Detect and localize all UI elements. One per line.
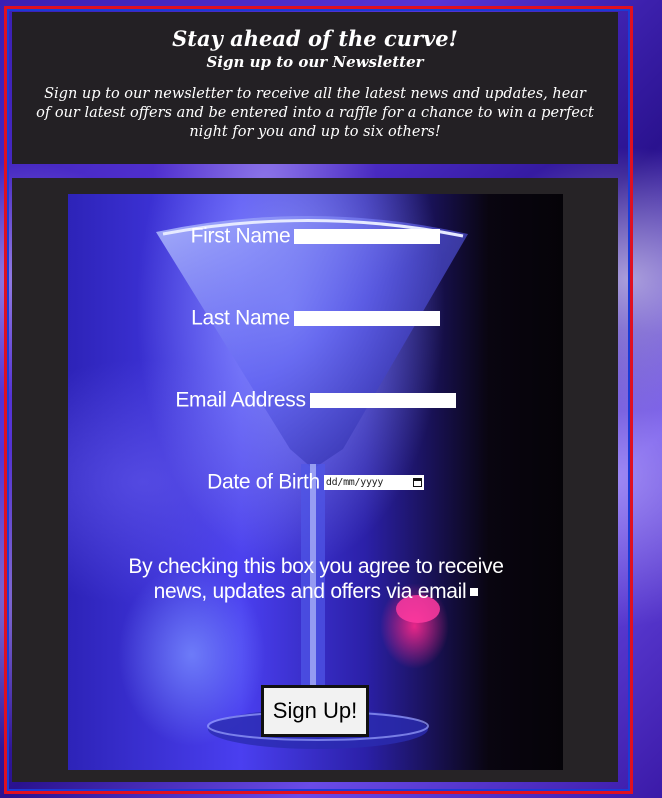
- last-name-row: Last Name: [68, 306, 563, 330]
- last-name-input[interactable]: [293, 310, 440, 326]
- email-row: Email Address: [68, 388, 563, 412]
- newsletter-header: Stay ahead of the curve! Sign up to our …: [12, 12, 618, 164]
- calendar-icon[interactable]: [412, 477, 422, 487]
- email-input[interactable]: [309, 392, 456, 408]
- cocktail-photo: First Name Last Name Email Address Date …: [68, 194, 563, 770]
- consent-checkbox[interactable]: [470, 588, 479, 597]
- consent-row: By checking this box you agree to receiv…: [126, 554, 506, 604]
- header-subtitle: Sign up to our Newsletter: [206, 53, 424, 71]
- sign-up-button[interactable]: Sign Up!: [261, 685, 369, 737]
- last-name-label: Last Name: [191, 306, 290, 330]
- signup-form-section: First Name Last Name Email Address Date …: [12, 178, 618, 782]
- header-description: Sign up to our newsletter to receive all…: [36, 86, 594, 140]
- first-name-input[interactable]: [294, 228, 441, 244]
- dob-label: Date of Birth: [207, 470, 320, 494]
- email-label: Email Address: [175, 388, 306, 412]
- first-name-row: First Name: [68, 224, 563, 248]
- dob-placeholder: dd/mm/yyyy: [325, 476, 384, 488]
- dob-row: Date of Birth dd/mm/yyyy: [68, 470, 563, 494]
- header-title: Stay ahead of the curve!: [172, 26, 458, 51]
- consent-label: By checking this box you agree to receiv…: [128, 555, 504, 603]
- first-name-label: First Name: [190, 224, 291, 248]
- dob-date-input[interactable]: dd/mm/yyyy: [323, 474, 424, 490]
